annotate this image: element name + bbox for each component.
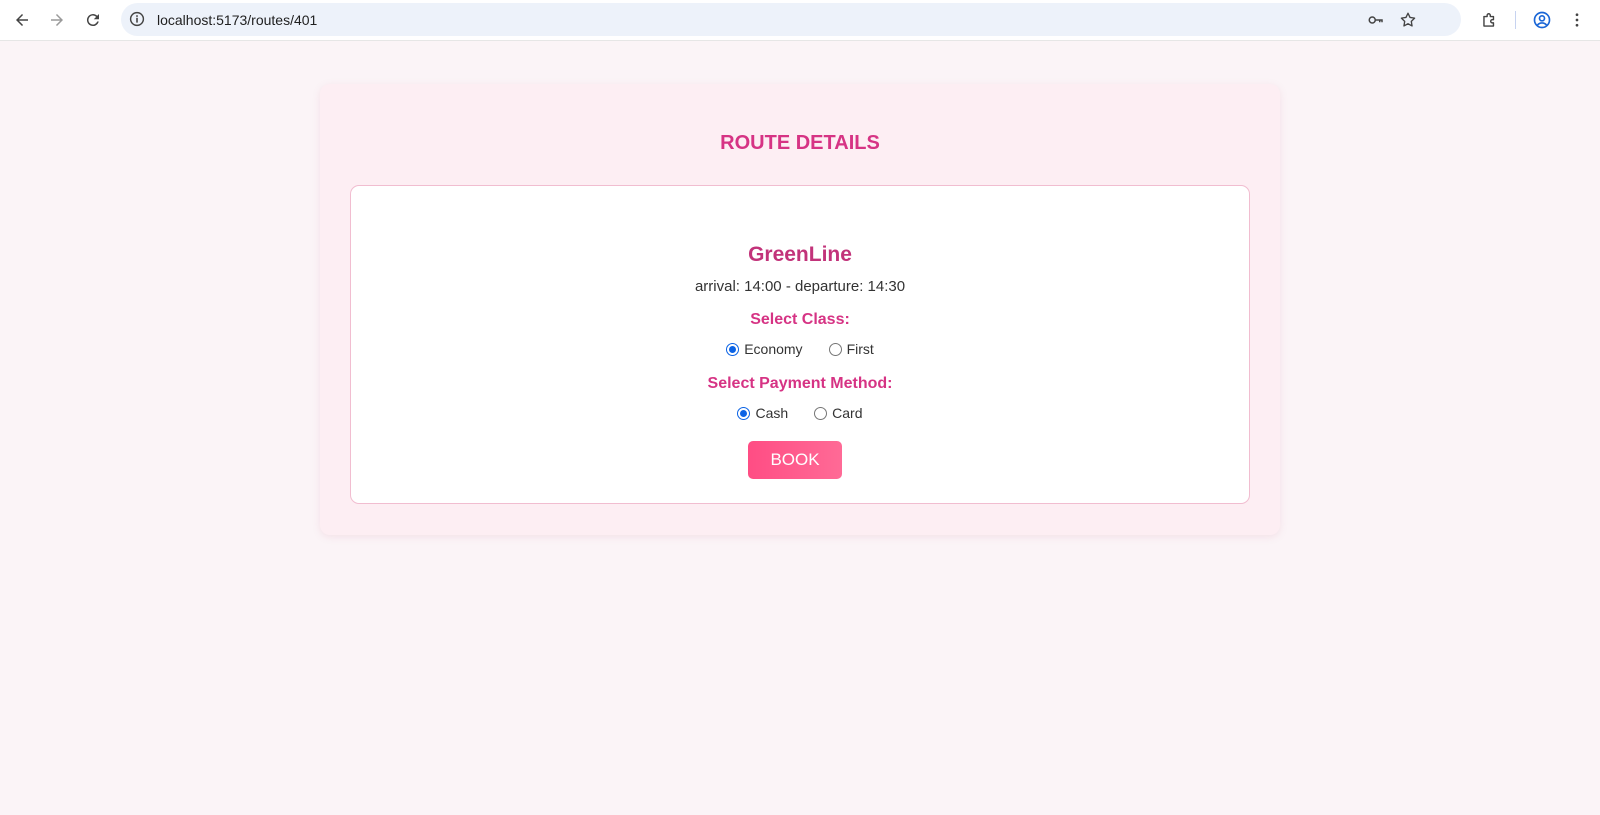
payment-option-card[interactable]: Card [814, 405, 863, 421]
class-option-economy[interactable]: Economy [726, 341, 803, 357]
profile-icon[interactable] [1530, 8, 1554, 32]
card-label: Card [832, 405, 863, 421]
economy-label: Economy [744, 341, 803, 357]
site-info-icon[interactable] [127, 9, 147, 29]
book-button[interactable]: BOOK [748, 441, 842, 479]
economy-radio[interactable] [726, 342, 740, 356]
back-button[interactable] [8, 6, 36, 34]
toolbar-divider [1515, 11, 1516, 29]
payment-radio-group: Cash Card [351, 405, 1249, 421]
kebab-menu-icon[interactable] [1565, 8, 1589, 32]
payment-option-cash[interactable]: Cash [737, 405, 788, 421]
url-text: localhost:5173/routes/401 [157, 12, 318, 28]
route-name: GreenLine [748, 243, 852, 266]
route-info-panel: GreenLine arrival: 14:00 - departure: 14… [350, 185, 1250, 504]
route-times: arrival: 14:00 - departure: 14:30 [694, 278, 906, 295]
reload-button[interactable] [79, 6, 107, 34]
forward-arrow-icon [51, 14, 63, 26]
payment-section-label: Select Payment Method: [707, 375, 893, 392]
class-option-first[interactable]: First [828, 341, 874, 357]
card-radio[interactable] [814, 406, 828, 420]
cash-radio[interactable] [737, 406, 751, 420]
browser-toolbar: localhost:5173/routes/401 [0, 0, 1600, 41]
first-radio[interactable] [828, 342, 842, 356]
cash-label: Cash [755, 405, 789, 421]
class-radio-group: Economy First [351, 341, 1249, 357]
class-section-label: Select Class: [750, 311, 850, 328]
page-title: ROUTE DETAILS [720, 132, 880, 154]
star-icon[interactable] [1397, 9, 1419, 31]
reload-icon [86, 14, 99, 27]
back-arrow-icon [16, 14, 28, 26]
route-details-card: ROUTE DETAILS GreenLine arrival: 14:00 -… [320, 84, 1280, 535]
first-label: First [846, 341, 874, 357]
forward-button[interactable] [43, 6, 71, 34]
puzzle-icon[interactable] [1477, 8, 1501, 32]
key-icon[interactable] [1365, 9, 1387, 31]
address-bar[interactable]: localhost:5173/routes/401 [121, 3, 1461, 36]
